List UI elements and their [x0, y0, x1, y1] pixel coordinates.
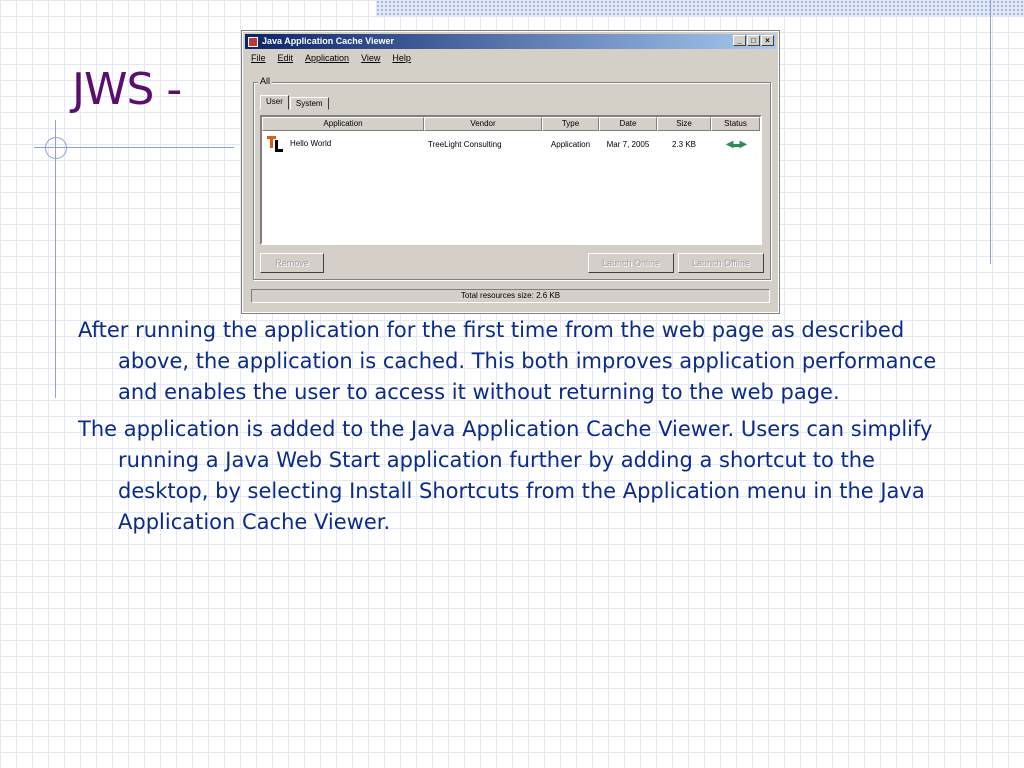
cell-type: Application — [550, 139, 591, 149]
column-date[interactable]: Date — [599, 117, 657, 131]
maximize-button[interactable]: □ — [747, 35, 760, 46]
table-header: Application Vendor Type Date Size Status — [262, 117, 760, 131]
left-decorative-line — [55, 120, 56, 398]
column-status[interactable]: Status — [711, 117, 760, 131]
window-title: Java Application Cache Viewer — [262, 36, 395, 46]
tab-system[interactable]: System — [289, 97, 329, 110]
menu-edit[interactable]: Edit — [278, 53, 294, 63]
menu-help[interactable]: Help — [392, 53, 411, 63]
paragraph-shortcuts: The application is added to the Java App… — [78, 417, 933, 534]
remove-button[interactable]: Remove — [260, 253, 324, 273]
column-size[interactable]: Size — [657, 117, 711, 131]
cell-size: 2.3 KB — [671, 139, 696, 149]
slide-body: After running the application for the fi… — [78, 315, 968, 544]
online-status-icon: ◀▬▶ — [725, 138, 747, 150]
java-app-icon — [248, 36, 258, 47]
paragraph-cached: After running the application for the fi… — [78, 318, 937, 404]
minimize-button[interactable]: _ — [733, 35, 746, 46]
cell-application: Hello World — [262, 135, 424, 153]
cache-viewer-screenshot: Java Application Cache Viewer _ □ × File… — [241, 30, 780, 314]
column-application[interactable]: Application — [262, 117, 424, 131]
column-type[interactable]: Type — [542, 117, 599, 131]
window-controls: _ □ × — [733, 35, 774, 46]
cell-status: ◀▬▶ — [711, 139, 760, 150]
tab-bar: User System — [260, 95, 330, 110]
status-bar: Total resources size: 2.6 KB — [251, 289, 770, 303]
menu-bar: File Edit Application View Help — [243, 49, 778, 66]
cell-vendor: TreeLight Consulting — [428, 139, 502, 149]
cell-date: Mar 7, 2005 — [606, 139, 650, 149]
launch-online-button[interactable]: Launch Online — [588, 253, 674, 273]
top-decorative-band — [376, 0, 1024, 17]
column-vendor[interactable]: Vendor — [424, 117, 542, 131]
menu-view[interactable]: View — [361, 53, 380, 63]
circle-decoration — [45, 137, 67, 159]
launch-offline-button[interactable]: Launch Offline — [678, 253, 764, 273]
table-row[interactable]: Hello World TreeLight Consulting Applica… — [262, 131, 760, 157]
application-table: Application Vendor Type Date Size Status… — [260, 115, 762, 245]
all-group-box: All User System Application Vendor Type … — [253, 76, 771, 280]
app-name: Hello World — [290, 139, 332, 149]
slide-title: JWS - — [72, 64, 182, 115]
window-title-bar: Java Application Cache Viewer _ □ × — [245, 34, 776, 49]
treelight-logo-icon — [267, 136, 283, 152]
right-decorative-line — [990, 0, 991, 264]
tab-user[interactable]: User — [260, 95, 289, 110]
group-label: All — [258, 76, 273, 86]
menu-file[interactable]: File — [251, 53, 266, 63]
close-button[interactable]: × — [761, 35, 774, 46]
menu-application[interactable]: Application — [305, 53, 349, 63]
